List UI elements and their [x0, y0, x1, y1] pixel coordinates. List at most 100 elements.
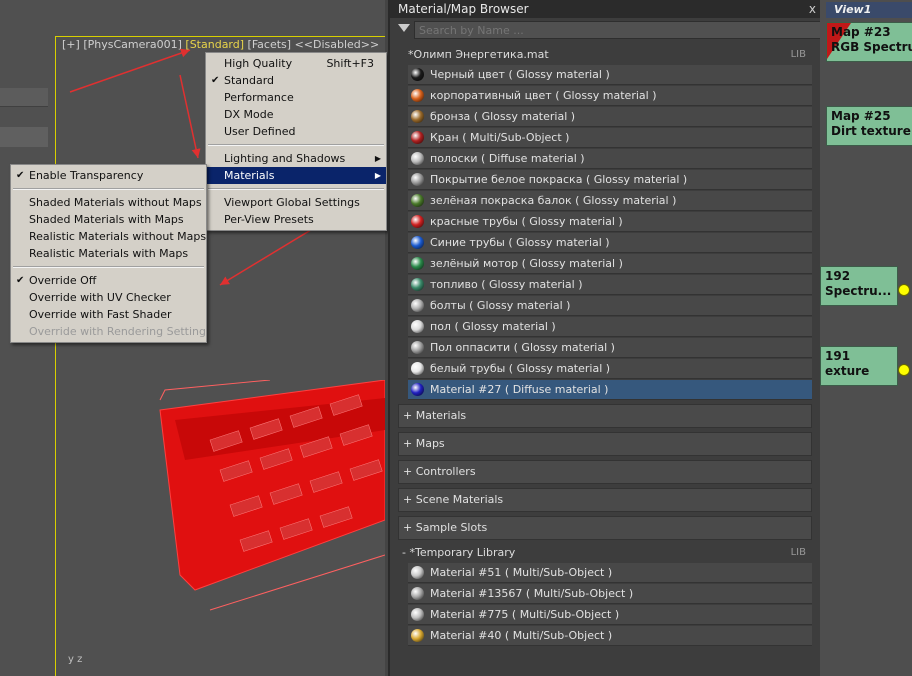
material-swatch-icon — [411, 215, 424, 228]
submenu-item-realistic-without-maps[interactable]: Realistic Materials without Maps — [11, 228, 206, 245]
menu-separator — [13, 188, 204, 190]
submenu-item-realistic-with-maps[interactable]: Realistic Materials with Maps — [11, 245, 206, 262]
material-list-item[interactable]: Черный цвет ( Glossy material ) — [408, 65, 812, 85]
output-socket-icon[interactable] — [898, 284, 910, 296]
material-swatch-icon — [411, 68, 424, 81]
temporary-material-item[interactable]: Material #775 ( Multi/Sub-Object ) — [408, 605, 812, 625]
output-socket-icon[interactable] — [898, 364, 910, 376]
material-type: ( Glossy material ) — [513, 341, 615, 354]
menu-item-dx-mode[interactable]: DX Mode — [206, 106, 386, 123]
check-icon: ✔ — [16, 275, 25, 286]
temporary-library-header[interactable]: - *Temporary Library LIB — [398, 544, 812, 562]
material-list-item[interactable]: Синие трубы ( Glossy material ) — [408, 233, 812, 253]
material-name: Material #775 — [430, 608, 509, 621]
menu-item-lighting-and-shadows[interactable]: Lighting and Shadows ▶ — [206, 150, 386, 167]
material-swatch-icon — [411, 257, 424, 270]
material-swatch-icon — [411, 341, 424, 354]
material-type: ( Glossy material ) — [521, 257, 623, 270]
temporary-material-item[interactable]: Material #51 ( Multi/Sub-Object ) — [408, 563, 812, 583]
submenu-item-override-uv-checker[interactable]: Override with UV Checker — [11, 289, 206, 306]
menu-item-standard[interactable]: ✔ Standard — [206, 72, 386, 89]
viewport-disabled-label[interactable]: <<Disabled>> — [295, 38, 380, 51]
material-swatch-icon — [411, 629, 424, 642]
material-list-item[interactable]: пол ( Glossy material ) — [408, 317, 812, 337]
material-list-item[interactable]: Покрытие белое покраска ( Glossy materia… — [408, 170, 812, 190]
temporary-material-item[interactable]: Material #13567 ( Multi/Sub-Object ) — [408, 584, 812, 604]
viewport-shading-menu[interactable]: [Standard] — [185, 38, 244, 51]
material-name: пол — [430, 320, 451, 333]
search-input[interactable] — [414, 21, 824, 39]
menu-item-high-quality[interactable]: High Quality Shift+F3 — [206, 55, 386, 72]
material-swatch-icon — [411, 383, 424, 396]
map-node-23[interactable]: Map #23 RGB Spectru... — [826, 22, 912, 62]
menu-separator — [208, 144, 384, 146]
category-rollout[interactable]: + Scene Materials — [398, 488, 812, 512]
category-rollout[interactable]: + Maps — [398, 432, 812, 456]
material-list-item[interactable]: зелёный мотор ( Glossy material ) — [408, 254, 812, 274]
material-list-item[interactable]: Material #27 ( Diffuse material ) — [408, 380, 812, 400]
temporary-material-list: Material #51 ( Multi/Sub-Object ) Materia… — [390, 563, 820, 646]
material-name: зелёная покраска балок — [430, 194, 572, 207]
node-title: Map #23 — [831, 25, 891, 39]
menu-item-user-defined[interactable]: User Defined — [206, 123, 386, 140]
options-dropdown-icon[interactable] — [398, 24, 410, 32]
menu-item-viewport-global-settings[interactable]: Viewport Global Settings — [206, 194, 386, 211]
node-title: 192 — [825, 269, 851, 283]
menu-item-performance[interactable]: Performance — [206, 89, 386, 106]
close-icon[interactable]: x — [809, 0, 816, 18]
menu-item-per-view-presets[interactable]: Per-View Presets — [206, 211, 386, 228]
menu-item-materials[interactable]: Materials ▶ — [206, 167, 386, 184]
check-icon: ✔ — [211, 75, 220, 86]
material-type: ( Multi/Sub-Object ) — [525, 587, 634, 600]
material-list-item[interactable]: топливо ( Glossy material ) — [408, 275, 812, 295]
browser-search-bar — [390, 20, 824, 40]
category-rollout[interactable]: + Materials — [398, 404, 812, 428]
material-list-item[interactable]: Кран ( Multi/Sub-Object ) — [408, 128, 812, 148]
material-list-item[interactable]: полоски ( Diffuse material ) — [408, 149, 812, 169]
category-rollout[interactable]: + Controllers — [398, 460, 812, 484]
node-subtitle: exture — [825, 364, 870, 378]
red-mesh-object — [159, 380, 385, 611]
submenu-item-shaded-with-maps[interactable]: Shaded Materials with Maps — [11, 211, 206, 228]
material-type: ( Multi/Sub-Object ) — [504, 566, 613, 579]
material-name: бронза — [430, 110, 471, 123]
submenu-item-override-fast-shader[interactable]: Override with Fast Shader — [11, 306, 206, 323]
material-swatch-icon — [411, 152, 424, 165]
material-type: ( Glossy material ) — [575, 194, 677, 207]
material-list-item[interactable]: зелёная покраска балок ( Glossy material… — [408, 191, 812, 211]
tab-view1[interactable]: View1 — [826, 2, 912, 18]
material-swatch-icon — [411, 608, 424, 621]
viewport-plus-menu[interactable]: [+] — [62, 38, 80, 51]
material-list-item[interactable]: корпоративный цвет ( Glossy material ) — [408, 86, 812, 106]
viewport-facets-menu[interactable]: [Facets] — [248, 38, 292, 51]
menu-separator — [208, 188, 384, 190]
library-header[interactable]: *Олимп Энергетика.mat LIB — [390, 46, 820, 64]
material-list-item[interactable]: бронза ( Glossy material ) — [408, 107, 812, 127]
viewport-camera-menu[interactable]: [PhysCamera001] — [83, 38, 182, 51]
node-title: 191 — [825, 349, 851, 363]
material-list-item[interactable]: болты ( Glossy material ) — [408, 296, 812, 316]
viewport-side-panel — [0, 88, 48, 150]
submenu-item-shaded-without-maps[interactable]: Shaded Materials without Maps — [11, 194, 206, 211]
material-list-item[interactable]: красные трубы ( Glossy material ) — [408, 212, 812, 232]
shading-context-menu: High Quality Shift+F3 ✔ Standard Performan… — [205, 52, 387, 231]
material-list-item[interactable]: белый трубы ( Glossy material ) — [408, 359, 812, 379]
material-name: Material #27 — [430, 383, 502, 396]
temporary-material-item[interactable]: Material #40 ( Multi/Sub-Object ) — [408, 626, 812, 646]
map-node-192[interactable]: 192 Spectru... — [820, 266, 898, 306]
browser-title-bar[interactable]: Material/Map Browser x — [390, 0, 820, 18]
submenu-item-override-off[interactable]: ✔ Override Off — [11, 272, 206, 289]
materials-submenu: ✔ Enable Transparency Shaded Materials wi… — [10, 164, 207, 343]
material-list-item[interactable]: Пол оппасити ( Glossy material ) — [408, 338, 812, 358]
submenu-item-enable-transparency[interactable]: ✔ Enable Transparency — [11, 167, 206, 184]
map-node-191[interactable]: 191 exture — [820, 346, 898, 386]
material-swatch-icon — [411, 566, 424, 579]
material-name: корпоративный цвет — [430, 89, 552, 102]
material-name: красные трубы — [430, 215, 518, 228]
node-subtitle: Spectru... — [825, 284, 892, 298]
category-rollout[interactable]: + Sample Slots — [398, 516, 812, 540]
material-type: ( Multi/Sub-Object ) — [462, 131, 570, 144]
material-type: ( Glossy material ) — [508, 236, 610, 249]
map-node-25[interactable]: Map #25 Dirt texture — [826, 106, 912, 146]
slate-node-view[interactable]: View1 Map #23 RGB Spectru... Map #25 Dir… — [820, 0, 912, 676]
